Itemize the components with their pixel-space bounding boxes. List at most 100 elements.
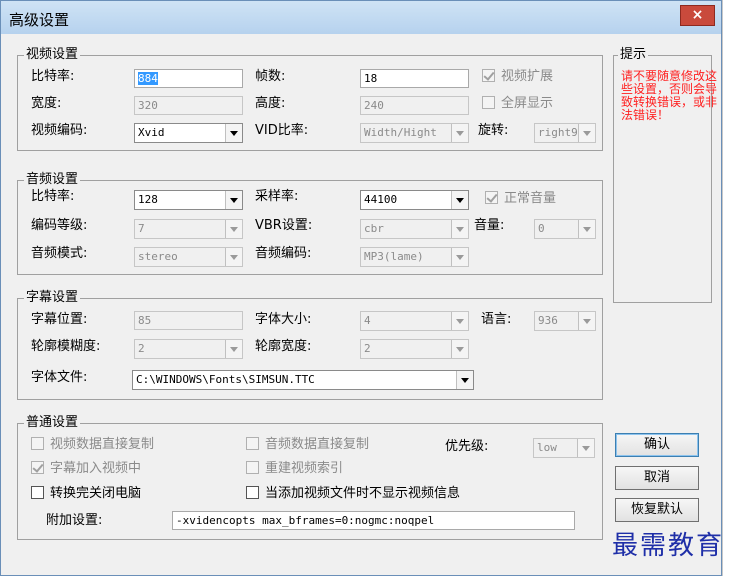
language-value: 936 — [538, 314, 558, 327]
chevron-down-icon[interactable] — [451, 340, 468, 358]
font-size-value: 4 — [364, 314, 371, 327]
rebuild-index-label: 重建视频索引 — [265, 461, 344, 476]
font-size-select[interactable]: 4 — [360, 311, 469, 331]
fps-label: 帧数: — [255, 69, 286, 84]
vbr-value: cbr — [364, 222, 384, 235]
checkbox-icon — [246, 437, 259, 450]
rebuild-index-checkbox[interactable]: 重建视频索引 — [246, 460, 343, 478]
subtitle-group-title: 字幕设置 — [24, 290, 81, 306]
audio-codec-value: MP3(lame) — [364, 250, 424, 263]
chevron-down-icon[interactable] — [225, 248, 242, 266]
extra-settings-input[interactable]: -xvidencopts max_bframes=0:nogmc:noqpel — [172, 511, 575, 530]
priority-label: 优先级: — [445, 439, 489, 454]
outline-blur-label: 轮廓模糊度: — [31, 339, 101, 354]
checkbox-icon — [246, 461, 259, 474]
cancel-button[interactable]: 取消 — [615, 466, 699, 490]
settings-dialog: 高级设置 × 视频设置 比特率: 884 帧数: 18 视频扩展 宽度: 320… — [0, 0, 722, 576]
audio-codec-select[interactable]: MP3(lame) — [360, 247, 469, 267]
chevron-down-icon[interactable] — [456, 371, 473, 389]
priority-select[interactable]: low — [533, 438, 595, 458]
audio-mode-select[interactable]: stereo — [134, 247, 243, 267]
volume-select[interactable]: 0 — [534, 219, 596, 239]
outline-width-value: 2 — [364, 342, 371, 355]
height-input[interactable]: 240 — [360, 96, 469, 115]
shutdown-checkbox[interactable]: 转换完关闭电脑 — [31, 485, 141, 503]
chevron-down-icon[interactable] — [451, 124, 468, 142]
normal-volume-label: 正常音量 — [504, 191, 557, 206]
outline-width-select[interactable]: 2 — [360, 339, 469, 359]
chevron-down-icon[interactable] — [225, 124, 242, 142]
width-input[interactable]: 320 — [134, 96, 243, 115]
rotate-label: 旋转: — [478, 123, 509, 138]
subtitle-position-input[interactable]: 85 — [134, 311, 243, 330]
checkbox-icon — [246, 486, 259, 499]
samplerate-select[interactable]: 44100 — [360, 190, 469, 210]
video-direct-copy-checkbox[interactable]: 视频数据直接复制 — [31, 436, 154, 454]
video-bitrate-input[interactable]: 884 — [134, 69, 243, 88]
checkbox-icon — [31, 486, 44, 499]
chevron-down-icon[interactable] — [451, 248, 468, 266]
chevron-down-icon[interactable] — [578, 124, 595, 142]
font-file-select[interactable]: C:\WINDOWS\Fonts\SIMSUN.TTC — [132, 370, 474, 390]
volume-value: 0 — [538, 222, 545, 235]
audio-direct-copy-label: 音频数据直接复制 — [265, 437, 370, 452]
outline-blur-select[interactable]: 2 — [134, 339, 243, 359]
hint-text: 请不要随意修改这些设置，否则会导致转换错误，或非法错误！ — [621, 69, 718, 122]
video-group-title: 视频设置 — [24, 47, 81, 63]
audio-bitrate-value: 128 — [138, 193, 158, 206]
vbr-label: VBR设置: — [255, 218, 313, 233]
encode-level-select[interactable]: 7 — [134, 219, 243, 239]
subtitle-into-video-label: 字幕加入视频中 — [50, 461, 142, 476]
video-expand-checkbox[interactable]: 视频扩展 — [482, 68, 553, 86]
chevron-down-icon[interactable] — [578, 312, 595, 330]
vbr-select[interactable]: cbr — [360, 219, 469, 239]
samplerate-value: 44100 — [364, 193, 398, 206]
hint-group-title: 提示 — [618, 47, 649, 63]
video-codec-select[interactable]: Xvid — [134, 123, 243, 143]
hide-video-info-checkbox[interactable]: 当添加视频文件时不显示视频信息 — [246, 485, 460, 503]
volume-label: 音量: — [474, 218, 505, 233]
chevron-down-icon[interactable] — [577, 439, 594, 457]
audio-mode-label: 音频模式: — [31, 246, 88, 261]
extra-settings-label: 附加设置: — [46, 513, 103, 528]
chevron-down-icon[interactable] — [225, 340, 242, 358]
encode-level-value: 7 — [138, 222, 145, 235]
reset-default-button[interactable]: 恢复默认 — [615, 498, 699, 522]
fps-input[interactable]: 18 — [360, 69, 469, 88]
width-label: 宽度: — [31, 96, 62, 111]
vid-ratio-label: VID比率: — [255, 123, 309, 138]
video-codec-value: Xvid — [138, 126, 165, 139]
checkbox-icon — [485, 191, 498, 204]
video-codec-label: 视频编码: — [31, 123, 88, 138]
chevron-down-icon[interactable] — [451, 191, 468, 209]
dialog-title: 高级设置 — [9, 11, 70, 29]
language-select[interactable]: 936 — [534, 311, 596, 331]
vid-ratio-value: Width/Hight — [364, 126, 437, 139]
ok-button[interactable]: 确认 — [615, 433, 699, 457]
priority-value: low — [537, 441, 557, 454]
close-button[interactable]: × — [680, 5, 715, 26]
fullscreen-checkbox[interactable]: 全屏显示 — [482, 95, 553, 113]
chevron-down-icon[interactable] — [578, 220, 595, 238]
samplerate-label: 采样率: — [255, 189, 299, 204]
chevron-down-icon[interactable] — [225, 191, 242, 209]
chevron-down-icon[interactable] — [451, 312, 468, 330]
background-edge — [722, 0, 732, 576]
checkbox-icon — [31, 461, 44, 474]
audio-bitrate-select[interactable]: 128 — [134, 190, 243, 210]
subtitle-into-video-checkbox[interactable]: 字幕加入视频中 — [31, 460, 141, 478]
watermark-text: 最需教育 — [612, 531, 725, 561]
video-direct-copy-label: 视频数据直接复制 — [50, 437, 155, 452]
normal-volume-checkbox[interactable]: 正常音量 — [485, 190, 556, 208]
hint-group: 提示 请不要随意修改这些设置，否则会导致转换错误，或非法错误！ — [613, 47, 717, 303]
checkbox-icon — [482, 69, 495, 82]
chevron-down-icon[interactable] — [225, 220, 242, 238]
outline-width-label: 轮廓宽度: — [255, 339, 312, 354]
chevron-down-icon[interactable] — [451, 220, 468, 238]
fullscreen-label: 全屏显示 — [501, 96, 554, 111]
font-file-label: 字体文件: — [31, 370, 88, 385]
audio-direct-copy-checkbox[interactable]: 音频数据直接复制 — [246, 436, 369, 454]
rotate-select[interactable]: right90 — [534, 123, 596, 143]
vid-ratio-select[interactable]: Width/Hight — [360, 123, 469, 143]
encode-level-label: 编码等级: — [31, 218, 88, 233]
